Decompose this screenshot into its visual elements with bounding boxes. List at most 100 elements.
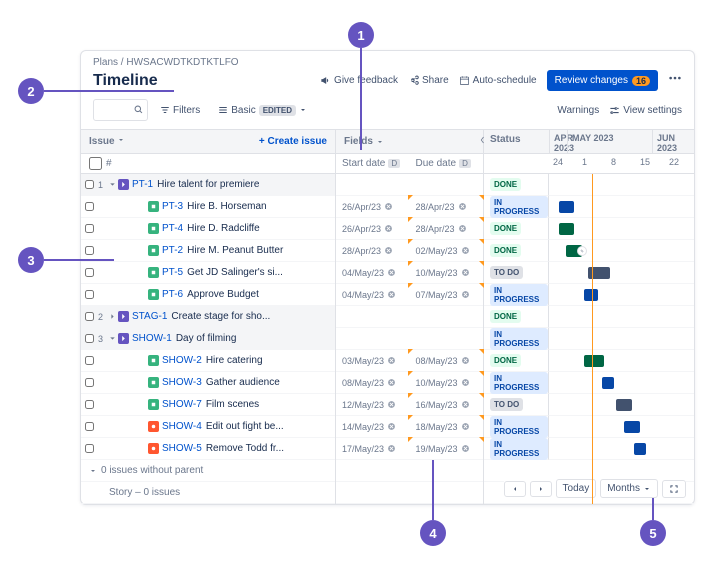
row-checkbox[interactable]: [85, 224, 94, 233]
prev-button[interactable]: [504, 481, 526, 497]
row-checkbox[interactable]: [85, 268, 94, 277]
review-changes-button[interactable]: Review changes16: [547, 70, 658, 91]
issue-key[interactable]: PT-6: [162, 289, 183, 300]
expand-toggle[interactable]: [108, 180, 118, 189]
issue-key[interactable]: SHOW-3: [162, 377, 202, 388]
issue-row[interactable]: SHOW-2Hire catering: [81, 350, 335, 372]
row-checkbox[interactable]: [85, 312, 94, 321]
due-date-cell[interactable]: 19/May/23: [410, 438, 484, 459]
issue-key[interactable]: PT-2: [162, 245, 183, 256]
status-badge[interactable]: IN PROGRESS: [490, 416, 548, 438]
clear-icon[interactable]: [387, 356, 396, 365]
status-badge[interactable]: DONE: [490, 354, 521, 367]
basic-view-button[interactable]: BasicEDITED: [212, 102, 313, 119]
issue-key[interactable]: PT-1: [132, 179, 153, 190]
filters-button[interactable]: Filters: [154, 102, 206, 119]
gantt-bar[interactable]: [602, 377, 614, 389]
today-button[interactable]: Today: [556, 479, 597, 498]
due-date-cell[interactable]: 10/May/23: [410, 262, 484, 283]
due-date-cell[interactable]: 10/May/23: [410, 372, 484, 393]
clear-icon[interactable]: [461, 356, 470, 365]
breadcrumb-root[interactable]: Plans: [93, 57, 118, 68]
issue-key[interactable]: SHOW-4: [162, 421, 202, 432]
status-badge[interactable]: DONE: [490, 244, 521, 257]
issue-row[interactable]: 3SHOW-1Day of filming: [81, 328, 335, 350]
due-date-cell[interactable]: 02/May/23: [410, 240, 484, 261]
start-date-cell[interactable]: 08/May/23: [336, 372, 410, 393]
gantt-bar[interactable]: [584, 355, 604, 367]
issue-row[interactable]: SHOW-5Remove Todd fr...: [81, 438, 335, 460]
select-all-checkbox[interactable]: [89, 157, 102, 170]
status-badge[interactable]: DONE: [490, 222, 521, 235]
due-date-cell[interactable]: 28/Apr/23: [410, 196, 484, 217]
gantt-bar[interactable]: [559, 223, 574, 235]
status-badge[interactable]: IN PROGRESS: [490, 196, 548, 218]
issue-row[interactable]: PT-4Hire D. Radcliffe: [81, 218, 335, 240]
create-issue-button[interactable]: + Create issue: [259, 136, 327, 147]
breadcrumb-project[interactable]: HWSACWDTKDTKTLFO: [126, 57, 238, 68]
due-date-cell[interactable]: 16/May/23: [410, 394, 484, 415]
row-checkbox[interactable]: [85, 180, 94, 189]
issue-key[interactable]: PT-5: [162, 267, 183, 278]
issue-row[interactable]: PT-5Get JD Salinger's si...: [81, 262, 335, 284]
row-checkbox[interactable]: [85, 290, 94, 299]
more-menu-button[interactable]: [668, 71, 682, 90]
issue-row[interactable]: SHOW-3Gather audience: [81, 372, 335, 394]
expand-toggle[interactable]: [108, 334, 118, 343]
clear-icon[interactable]: [387, 268, 396, 277]
status-badge[interactable]: TO DO: [490, 266, 523, 279]
fullscreen-button[interactable]: [662, 480, 686, 498]
gantt-bar[interactable]: [616, 399, 632, 411]
row-checkbox[interactable]: [85, 356, 94, 365]
start-date-cell[interactable]: 04/May/23: [336, 262, 410, 283]
issue-key[interactable]: STAG-1: [132, 311, 167, 322]
status-badge[interactable]: IN PROGRESS: [490, 328, 548, 350]
view-settings-button[interactable]: View settings: [609, 105, 682, 116]
status-badge[interactable]: IN PROGRESS: [490, 372, 548, 394]
zoom-months-button[interactable]: Months: [600, 479, 658, 498]
issue-header-label[interactable]: Issue: [89, 136, 125, 147]
issue-key[interactable]: SHOW-5: [162, 443, 202, 454]
due-date-cell[interactable]: 07/May/23: [410, 284, 484, 305]
next-button[interactable]: [530, 481, 552, 497]
clear-icon[interactable]: [461, 290, 470, 299]
status-badge[interactable]: TO DO: [490, 398, 523, 411]
clear-icon[interactable]: [387, 422, 396, 431]
issue-key[interactable]: PT-4: [162, 223, 183, 234]
status-header[interactable]: Status: [484, 130, 549, 153]
start-date-cell[interactable]: 12/May/23: [336, 394, 410, 415]
duedate-header[interactable]: Due dateD: [410, 154, 484, 173]
status-badge[interactable]: IN PROGRESS: [490, 438, 548, 460]
clear-icon[interactable]: [387, 290, 396, 299]
clear-icon[interactable]: [384, 224, 393, 233]
issue-row[interactable]: PT-6Approve Budget: [81, 284, 335, 306]
issue-key[interactable]: SHOW-1: [132, 333, 172, 344]
row-checkbox[interactable]: [85, 246, 94, 255]
row-checkbox[interactable]: [85, 202, 94, 211]
start-date-cell[interactable]: 26/Apr/23: [336, 196, 410, 217]
start-date-cell[interactable]: 03/May/23: [336, 350, 410, 371]
startdate-header[interactable]: Start dateD: [336, 154, 410, 173]
due-date-cell[interactable]: 18/May/23: [410, 416, 484, 437]
status-badge[interactable]: IN PROGRESS: [490, 284, 548, 306]
issue-key[interactable]: SHOW-7: [162, 399, 202, 410]
fields-header[interactable]: Fields: [336, 130, 483, 154]
clear-icon[interactable]: [387, 400, 396, 409]
due-date-cell[interactable]: 08/May/23: [410, 350, 484, 371]
issue-row[interactable]: 1PT-1Hire talent for premiere: [81, 174, 335, 196]
start-date-cell[interactable]: 14/May/23: [336, 416, 410, 437]
clear-icon[interactable]: [461, 246, 470, 255]
due-date-cell[interactable]: 28/Apr/23: [410, 218, 484, 239]
start-date-cell[interactable]: 28/Apr/23: [336, 240, 410, 261]
issue-row[interactable]: PT-2Hire M. Peanut Butter: [81, 240, 335, 262]
issue-key[interactable]: PT-3: [162, 201, 183, 212]
no-parent-row[interactable]: 0 issues without parent: [81, 460, 335, 482]
row-checkbox[interactable]: [85, 444, 94, 453]
issue-row[interactable]: PT-3Hire B. Horseman: [81, 196, 335, 218]
clear-icon[interactable]: [384, 202, 393, 211]
clear-icon[interactable]: [387, 378, 396, 387]
warnings-button[interactable]: Warnings: [557, 105, 599, 116]
dependency-link-icon[interactable]: [577, 246, 587, 256]
clear-icon[interactable]: [461, 400, 470, 409]
gantt-bar[interactable]: [624, 421, 640, 433]
